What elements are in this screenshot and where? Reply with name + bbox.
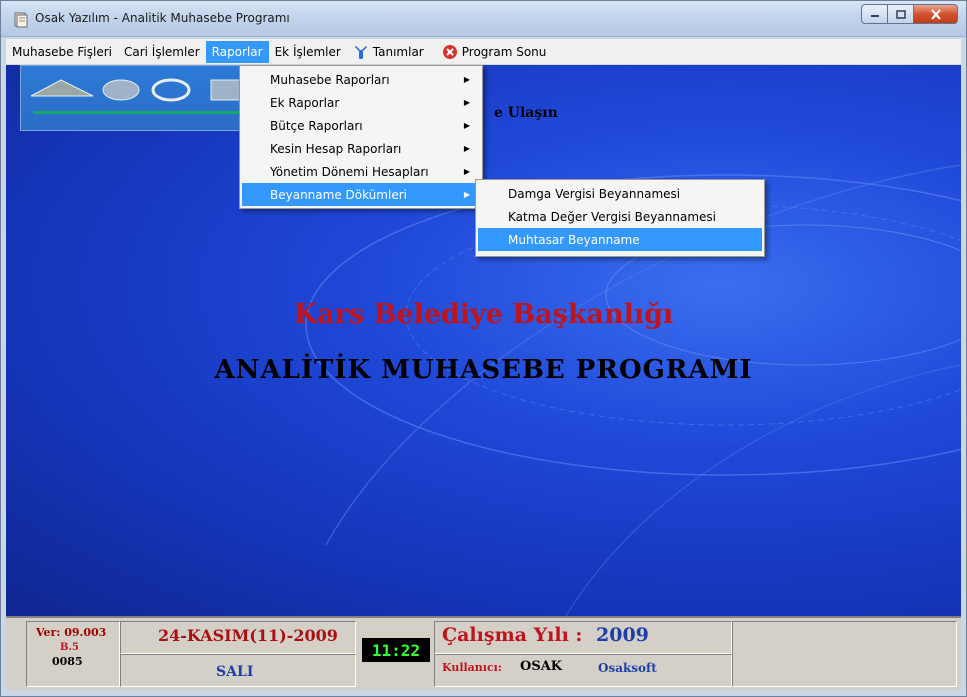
menu-item-kesin-hesap-raporlari[interactable]: Kesin Hesap Raporları ▶ bbox=[242, 137, 480, 160]
window-controls bbox=[861, 4, 958, 26]
menu-item-katma-deger-vergisi[interactable]: Katma Değer Vergisi Beyannamesi bbox=[478, 205, 762, 228]
window-title: Osak Yazılım - Analitik Muhasebe Program… bbox=[35, 11, 290, 25]
minimize-icon bbox=[870, 15, 879, 17]
menu-ek-islemler[interactable]: Ek İşlemler bbox=[269, 41, 347, 63]
menu-label: Program Sonu bbox=[461, 44, 547, 59]
maximize-button[interactable] bbox=[888, 4, 914, 24]
menu-tanimlar[interactable]: Tanımlar bbox=[347, 41, 430, 63]
tools-icon bbox=[354, 45, 367, 59]
close-circle-icon bbox=[442, 44, 457, 59]
close-icon bbox=[930, 8, 941, 20]
organization-title: Kars Belediye Başkanlığı bbox=[293, 299, 674, 330]
menu-item-label: Kesin Hesap Raporları bbox=[270, 141, 402, 156]
menu-item-muhasebe-raporlari[interactable]: Muhasebe Raporları ▶ bbox=[242, 68, 480, 91]
menu-label: Ek İşlemler bbox=[274, 44, 341, 59]
empty-panel bbox=[732, 621, 957, 687]
beyanname-submenu: Damga Vergisi Beyannamesi Katma Değer Ve… bbox=[475, 179, 765, 257]
date-display: 24-KASIM(11)-2009 bbox=[158, 626, 338, 645]
menu-item-butce-raporlari[interactable]: Bütçe Raporları ▶ bbox=[242, 114, 480, 137]
menu-label: Cari İşlemler bbox=[123, 44, 200, 59]
menu-cari-islemler[interactable]: Cari İşlemler bbox=[118, 41, 206, 63]
menu-item-beyanname-dokumleri[interactable]: Beyanname Dökümleri ▶ bbox=[242, 183, 480, 206]
menu-item-muhtasar-beyanname[interactable]: Muhtasar Beyanname bbox=[478, 228, 762, 251]
submenu-arrow-icon: ▶ bbox=[463, 98, 470, 107]
menu-muhasebe-fisleri[interactable]: Muhasebe Fişleri bbox=[6, 41, 118, 63]
build-label: B.5 bbox=[60, 642, 79, 653]
day-display: SALI bbox=[216, 664, 254, 680]
year-label: Çalışma Yılı : bbox=[442, 624, 583, 646]
close-button[interactable] bbox=[914, 4, 958, 24]
submenu-arrow-icon: ▶ bbox=[463, 167, 470, 176]
contact-link[interactable]: e Ulaşın bbox=[494, 105, 558, 121]
minimize-button[interactable] bbox=[861, 4, 888, 24]
code-label: 0085 bbox=[52, 655, 83, 668]
main-window: Osak Yazılım - Analitik Muhasebe Program… bbox=[0, 0, 967, 697]
submenu-arrow-icon: ▶ bbox=[463, 144, 470, 153]
logo-banner bbox=[20, 65, 254, 131]
year-value: 2009 bbox=[596, 624, 649, 646]
menu-item-label: Yönetim Dönemi Hesapları bbox=[270, 164, 429, 179]
app-icon bbox=[14, 12, 28, 28]
menu-item-yonetim-donemi-hesaplari[interactable]: Yönetim Dönemi Hesapları ▶ bbox=[242, 160, 480, 183]
user-label: Kullanıcı: bbox=[442, 661, 502, 674]
menu-label: Tanımlar bbox=[372, 44, 424, 59]
menu-item-label: Damga Vergisi Beyannamesi bbox=[508, 186, 681, 201]
raporlar-menu: Muhasebe Raporları ▶ Ek Raporlar ▶ Bütçe… bbox=[239, 65, 483, 209]
menu-raporlar[interactable]: Raporlar bbox=[205, 40, 269, 63]
menu-label: Raporlar bbox=[211, 44, 263, 59]
menu-item-label: Muhasebe Raporları bbox=[270, 72, 390, 87]
submenu-arrow-icon: ▶ bbox=[463, 75, 470, 84]
submenu-arrow-icon: ▶ bbox=[463, 121, 470, 130]
company-name: Osaksoft bbox=[598, 661, 657, 675]
client-area: e Ulaşın Kars Belediye Başkanlığı ANALİT… bbox=[6, 65, 961, 616]
menu-item-label: Muhtasar Beyanname bbox=[508, 232, 640, 247]
clock-display: 11:22 bbox=[362, 638, 430, 662]
menu-item-ek-raporlar[interactable]: Ek Raporlar ▶ bbox=[242, 91, 480, 114]
background-swirl bbox=[305, 164, 961, 616]
menu-item-label: Bütçe Raporları bbox=[270, 118, 363, 133]
maximize-icon bbox=[895, 9, 906, 19]
title-bar[interactable]: Osak Yazılım - Analitik Muhasebe Program… bbox=[1, 1, 966, 37]
menu-item-label: Beyanname Dökümleri bbox=[270, 187, 407, 202]
version-label: Ver: 09.003 bbox=[36, 626, 107, 639]
osak-logo bbox=[30, 78, 243, 114]
menu-label: Muhasebe Fişleri bbox=[12, 44, 112, 59]
user-value: OSAK bbox=[520, 659, 563, 674]
menu-item-damga-vergisi[interactable]: Damga Vergisi Beyannamesi bbox=[478, 182, 762, 205]
menu-item-label: Ek Raporlar bbox=[270, 95, 340, 110]
menu-item-label: Katma Değer Vergisi Beyannamesi bbox=[508, 209, 716, 224]
submenu-arrow-icon: ▶ bbox=[463, 190, 470, 199]
menu-bar: Muhasebe Fişleri Cari İşlemler Raporlar … bbox=[6, 39, 961, 65]
program-title: ANALİTİK MUHASEBE PROGRAMI bbox=[214, 355, 753, 385]
status-bar: Ver: 09.003 B.5 0085 24-KASIM(11)-2009 S… bbox=[6, 616, 961, 690]
menu-program-sonu[interactable]: Program Sonu bbox=[436, 41, 553, 63]
